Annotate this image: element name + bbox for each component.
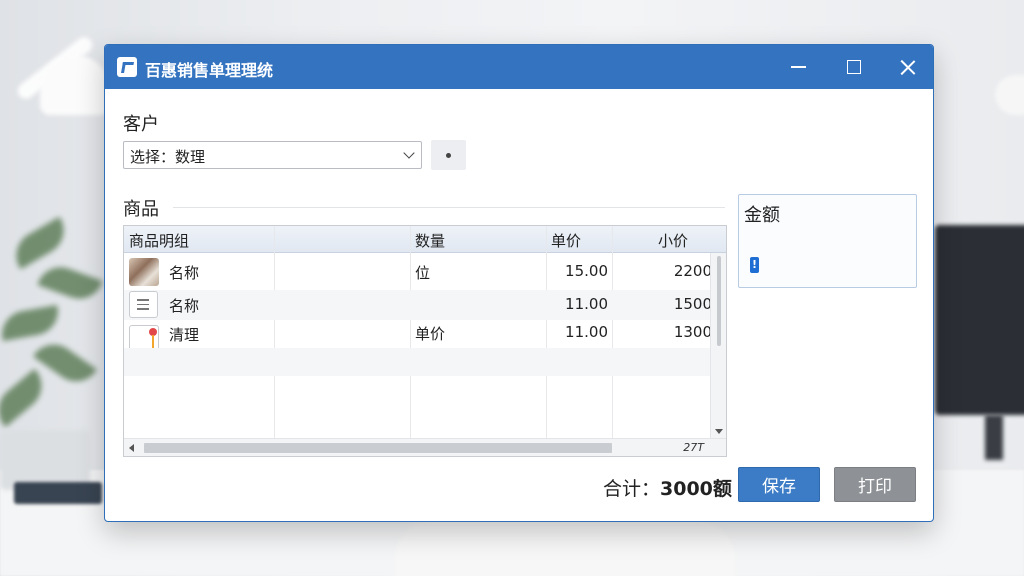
scroll-left-icon[interactable] <box>129 444 134 452</box>
app-window: 百惠销售单理理统 客户 选择：数理 商品 商品明组 数量 单价 小价 名称 位 … <box>104 44 934 522</box>
minimize-button[interactable] <box>771 45 825 89</box>
column-header-price[interactable]: 单价 <box>551 230 581 251</box>
column-header-item[interactable]: 商品明组 <box>129 230 189 251</box>
table-header: 商品明组 数量 单价 小价 <box>124 226 726 253</box>
item-price: 11.00 <box>565 323 608 341</box>
table-row-empty <box>124 348 712 376</box>
item-qty: 单价 <box>415 325 446 343</box>
dot-icon <box>446 152 451 158</box>
maximize-button[interactable] <box>827 45 881 89</box>
goods-label: 商品 <box>123 199 159 220</box>
customer-more-button[interactable] <box>431 140 466 170</box>
scroll-thumb[interactable] <box>717 256 721 346</box>
product-photo-icon <box>129 258 159 286</box>
amount-panel: 金额 ! <box>738 194 917 288</box>
background-chair <box>395 520 735 576</box>
background-pot <box>0 430 90 490</box>
window-title: 百惠销售单理理统 <box>145 61 274 80</box>
print-button[interactable]: 打印 <box>834 467 916 502</box>
goods-table: 商品明组 数量 单价 小价 名称 位 15.00 2200 名称 11.00 1… <box>123 225 727 457</box>
background-monitor <box>935 225 1024 415</box>
amount-title: 金额 <box>744 205 780 226</box>
item-name: 名称 <box>169 264 200 282</box>
horizontal-scrollbar[interactable]: 27T <box>124 438 726 456</box>
document-icon <box>129 291 158 318</box>
customer-select-value: 选择：数理 <box>130 148 206 166</box>
row-count: 27T <box>683 441 704 454</box>
app-logo-icon <box>117 57 137 77</box>
customer-select[interactable]: 选择：数理 <box>123 141 422 169</box>
item-subtotal: 2200 <box>673 262 712 280</box>
item-price: 11.00 <box>565 295 608 313</box>
scroll-down-icon[interactable] <box>715 429 723 434</box>
save-button[interactable]: 保存 <box>738 467 820 502</box>
background-monitor-stand <box>985 415 1003 460</box>
vertical-scrollbar[interactable] <box>710 253 726 440</box>
item-qty: 位 <box>415 264 431 282</box>
item-subtotal: 1500 <box>673 295 712 313</box>
maximize-icon <box>847 60 861 74</box>
minimize-icon <box>790 66 806 68</box>
info-badge-icon: ! <box>750 257 759 273</box>
table-row[interactable]: 名称 11.00 1500 <box>124 290 712 320</box>
column-header-qty[interactable]: 数量 <box>415 230 445 251</box>
close-icon <box>900 59 916 75</box>
item-subtotal: 1300 <box>673 323 712 341</box>
table-row[interactable]: 清理 坐稀 单价 11.00 1300 <box>124 320 712 368</box>
section-divider <box>173 207 725 208</box>
chevron-down-icon <box>403 147 415 159</box>
background-book <box>14 482 102 504</box>
customer-label: 客户 <box>123 114 159 135</box>
item-name: 名称 <box>169 297 200 315</box>
column-header-subtotal[interactable]: 小价 <box>658 230 688 251</box>
close-button[interactable] <box>881 45 933 89</box>
total-value: 3000额 <box>660 478 732 500</box>
title-bar[interactable]: 百惠销售单理理统 <box>105 45 933 89</box>
total-summary: 合计：3000额 <box>603 474 732 501</box>
table-row[interactable]: 名称 位 15.00 2200 <box>124 254 712 290</box>
scroll-thumb[interactable] <box>144 443 612 453</box>
total-label: 合计： <box>603 478 661 500</box>
item-price: 15.00 <box>565 262 608 280</box>
